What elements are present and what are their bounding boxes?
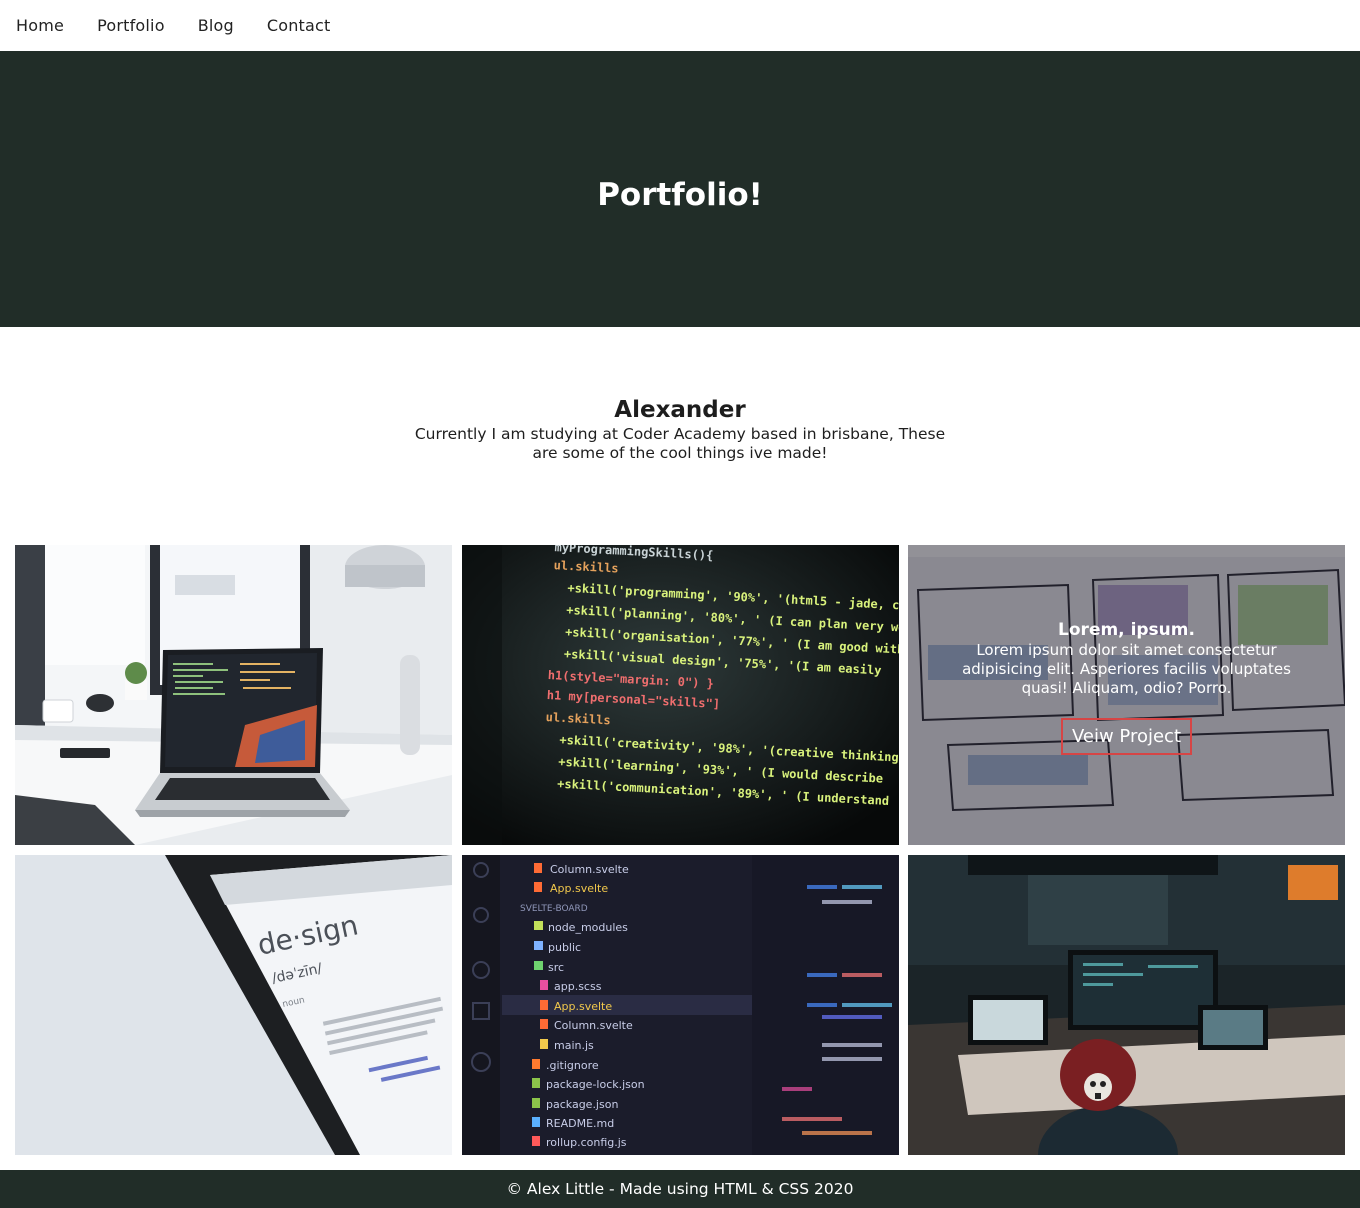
nav-blog-link[interactable]: Blog bbox=[198, 16, 234, 35]
file-item: App.svelte bbox=[554, 1000, 612, 1013]
file-item: App.svelte bbox=[550, 882, 608, 895]
laptop-on-desk-image bbox=[15, 545, 452, 845]
project-tile-2[interactable]: myProgrammingSkills(){ ul.skills +skill(… bbox=[462, 545, 899, 845]
nav-portfolio-link[interactable]: Portfolio bbox=[97, 16, 165, 35]
footer-text: © Alex Little - Made using HTML & CSS 20… bbox=[506, 1180, 854, 1198]
project-tile-6[interactable] bbox=[908, 855, 1345, 1155]
file-item: package-lock.json bbox=[546, 1078, 645, 1091]
file-item: Column.svelte bbox=[554, 1019, 633, 1032]
project-tile-3[interactable]: Lorem, ipsum. Lorem ipsum dolor sit amet… bbox=[908, 545, 1345, 845]
project-hover-overlay: Lorem, ipsum. Lorem ipsum dolor sit amet… bbox=[908, 545, 1345, 845]
author-name: Alexander bbox=[614, 397, 746, 423]
phone-design-image: de·sign /dəˈzīn/ noun bbox=[15, 855, 452, 1155]
hero-banner: Portfolio! bbox=[0, 51, 1360, 327]
about-section: Alexander Currently I am studying at Cod… bbox=[0, 395, 1360, 463]
file-item: README.md bbox=[546, 1117, 614, 1130]
file-item: SVELTE-BOARD bbox=[520, 904, 588, 914]
code-editor-image: Column.svelte App.svelte SVELTE-BOARD no… bbox=[462, 855, 899, 1155]
project-tile-4[interactable]: de·sign /dəˈzīn/ noun bbox=[15, 855, 452, 1155]
project-title: Lorem, ipsum. bbox=[1058, 620, 1195, 640]
file-item: app.scss bbox=[554, 980, 602, 993]
file-item: node_modules bbox=[548, 921, 628, 934]
file-item: package.json bbox=[546, 1098, 618, 1111]
file-item: rollup.config.js bbox=[546, 1136, 627, 1149]
file-item: .gitignore bbox=[546, 1059, 599, 1072]
coding-office-image bbox=[908, 855, 1345, 1155]
site-footer: © Alex Little - Made using HTML & CSS 20… bbox=[0, 1170, 1360, 1208]
top-nav: Home Portfolio Blog Contact bbox=[0, 0, 1360, 51]
project-description: Lorem ipsum dolor sit amet consectetur a… bbox=[962, 641, 1291, 697]
file-item: Column.svelte bbox=[550, 863, 629, 876]
file-item: main.js bbox=[554, 1039, 594, 1052]
file-item: public bbox=[548, 941, 581, 954]
project-tile-1[interactable] bbox=[15, 545, 452, 845]
nav-home-link[interactable]: Home bbox=[16, 16, 64, 35]
nav-contact-link[interactable]: Contact bbox=[267, 16, 331, 35]
file-item: src bbox=[548, 961, 564, 974]
author-bio: Currently I am studying at Coder Academy… bbox=[414, 425, 946, 462]
code-screen-image: myProgrammingSkills(){ ul.skills +skill(… bbox=[462, 545, 899, 845]
project-tile-5[interactable]: Column.svelte App.svelte SVELTE-BOARD no… bbox=[462, 855, 899, 1155]
view-project-button[interactable]: Veiw Project bbox=[1060, 718, 1193, 755]
page-title: Portfolio! bbox=[597, 177, 763, 213]
